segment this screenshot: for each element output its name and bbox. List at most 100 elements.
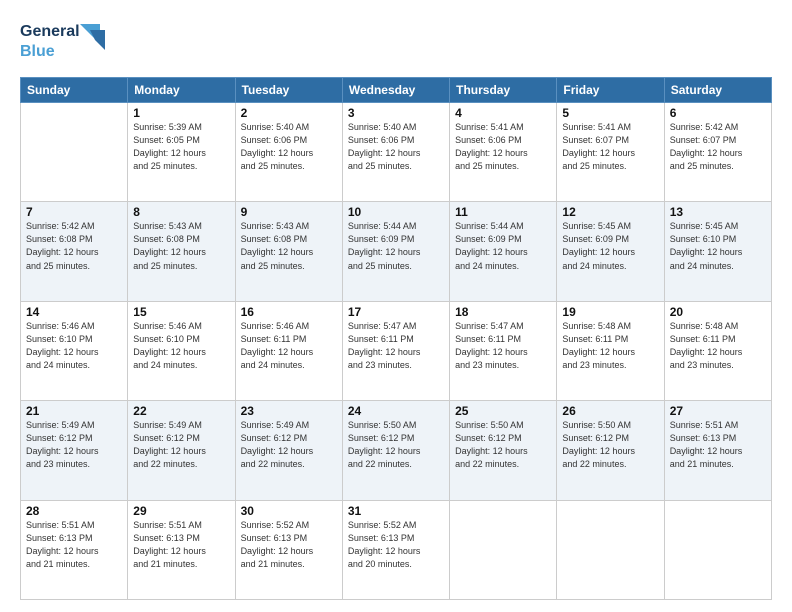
day-info: Sunrise: 5:47 AM Sunset: 6:11 PM Dayligh… — [348, 320, 444, 372]
calendar-cell: 26Sunrise: 5:50 AM Sunset: 6:12 PM Dayli… — [557, 401, 664, 500]
day-info: Sunrise: 5:51 AM Sunset: 6:13 PM Dayligh… — [26, 519, 122, 571]
day-info: Sunrise: 5:47 AM Sunset: 6:11 PM Dayligh… — [455, 320, 551, 372]
day-info: Sunrise: 5:44 AM Sunset: 6:09 PM Dayligh… — [455, 220, 551, 272]
day-info: Sunrise: 5:40 AM Sunset: 6:06 PM Dayligh… — [241, 121, 337, 173]
day-number: 21 — [26, 404, 122, 418]
day-number: 11 — [455, 205, 551, 219]
day-number: 1 — [133, 106, 229, 120]
calendar-day-header: Sunday — [21, 78, 128, 103]
calendar-cell: 5Sunrise: 5:41 AM Sunset: 6:07 PM Daylig… — [557, 103, 664, 202]
calendar-week-row: 28Sunrise: 5:51 AM Sunset: 6:13 PM Dayli… — [21, 500, 772, 599]
calendar-cell: 31Sunrise: 5:52 AM Sunset: 6:13 PM Dayli… — [342, 500, 449, 599]
svg-text:General: General — [20, 23, 80, 40]
day-number: 20 — [670, 305, 766, 319]
day-info: Sunrise: 5:48 AM Sunset: 6:11 PM Dayligh… — [562, 320, 658, 372]
logo: General Blue — [20, 16, 115, 67]
day-info: Sunrise: 5:42 AM Sunset: 6:08 PM Dayligh… — [26, 220, 122, 272]
day-info: Sunrise: 5:49 AM Sunset: 6:12 PM Dayligh… — [133, 419, 229, 471]
day-number: 27 — [670, 404, 766, 418]
calendar-day-header: Monday — [128, 78, 235, 103]
calendar-cell: 1Sunrise: 5:39 AM Sunset: 6:05 PM Daylig… — [128, 103, 235, 202]
calendar-cell: 9Sunrise: 5:43 AM Sunset: 6:08 PM Daylig… — [235, 202, 342, 301]
logo-area: General Blue — [20, 16, 115, 67]
calendar-table: SundayMondayTuesdayWednesdayThursdayFrid… — [20, 77, 772, 600]
calendar-header-row: SundayMondayTuesdayWednesdayThursdayFrid… — [21, 78, 772, 103]
day-info: Sunrise: 5:45 AM Sunset: 6:10 PM Dayligh… — [670, 220, 766, 272]
calendar-cell: 27Sunrise: 5:51 AM Sunset: 6:13 PM Dayli… — [664, 401, 771, 500]
calendar-cell: 3Sunrise: 5:40 AM Sunset: 6:06 PM Daylig… — [342, 103, 449, 202]
calendar-cell: 2Sunrise: 5:40 AM Sunset: 6:06 PM Daylig… — [235, 103, 342, 202]
day-info: Sunrise: 5:41 AM Sunset: 6:06 PM Dayligh… — [455, 121, 551, 173]
calendar-cell: 30Sunrise: 5:52 AM Sunset: 6:13 PM Dayli… — [235, 500, 342, 599]
day-info: Sunrise: 5:50 AM Sunset: 6:12 PM Dayligh… — [455, 419, 551, 471]
day-info: Sunrise: 5:39 AM Sunset: 6:05 PM Dayligh… — [133, 121, 229, 173]
day-number: 18 — [455, 305, 551, 319]
calendar-day-header: Tuesday — [235, 78, 342, 103]
day-number: 7 — [26, 205, 122, 219]
day-number: 9 — [241, 205, 337, 219]
day-number: 25 — [455, 404, 551, 418]
day-info: Sunrise: 5:42 AM Sunset: 6:07 PM Dayligh… — [670, 121, 766, 173]
calendar-cell: 19Sunrise: 5:48 AM Sunset: 6:11 PM Dayli… — [557, 301, 664, 400]
calendar-cell: 28Sunrise: 5:51 AM Sunset: 6:13 PM Dayli… — [21, 500, 128, 599]
day-info: Sunrise: 5:50 AM Sunset: 6:12 PM Dayligh… — [562, 419, 658, 471]
calendar-cell: 20Sunrise: 5:48 AM Sunset: 6:11 PM Dayli… — [664, 301, 771, 400]
day-number: 31 — [348, 504, 444, 518]
calendar-cell: 13Sunrise: 5:45 AM Sunset: 6:10 PM Dayli… — [664, 202, 771, 301]
calendar-cell: 21Sunrise: 5:49 AM Sunset: 6:12 PM Dayli… — [21, 401, 128, 500]
day-info: Sunrise: 5:51 AM Sunset: 6:13 PM Dayligh… — [133, 519, 229, 571]
calendar-week-row: 21Sunrise: 5:49 AM Sunset: 6:12 PM Dayli… — [21, 401, 772, 500]
calendar-cell: 18Sunrise: 5:47 AM Sunset: 6:11 PM Dayli… — [450, 301, 557, 400]
header: General Blue — [20, 16, 772, 67]
day-number: 4 — [455, 106, 551, 120]
day-number: 23 — [241, 404, 337, 418]
calendar-day-header: Saturday — [664, 78, 771, 103]
calendar-week-row: 7Sunrise: 5:42 AM Sunset: 6:08 PM Daylig… — [21, 202, 772, 301]
day-info: Sunrise: 5:43 AM Sunset: 6:08 PM Dayligh… — [241, 220, 337, 272]
day-number: 22 — [133, 404, 229, 418]
day-info: Sunrise: 5:52 AM Sunset: 6:13 PM Dayligh… — [348, 519, 444, 571]
day-number: 30 — [241, 504, 337, 518]
day-number: 19 — [562, 305, 658, 319]
calendar-cell — [557, 500, 664, 599]
day-number: 5 — [562, 106, 658, 120]
calendar-cell: 24Sunrise: 5:50 AM Sunset: 6:12 PM Dayli… — [342, 401, 449, 500]
day-number: 3 — [348, 106, 444, 120]
calendar-cell: 8Sunrise: 5:43 AM Sunset: 6:08 PM Daylig… — [128, 202, 235, 301]
day-info: Sunrise: 5:43 AM Sunset: 6:08 PM Dayligh… — [133, 220, 229, 272]
day-number: 28 — [26, 504, 122, 518]
calendar-cell — [21, 103, 128, 202]
calendar-cell: 17Sunrise: 5:47 AM Sunset: 6:11 PM Dayli… — [342, 301, 449, 400]
day-number: 26 — [562, 404, 658, 418]
day-info: Sunrise: 5:44 AM Sunset: 6:09 PM Dayligh… — [348, 220, 444, 272]
day-info: Sunrise: 5:40 AM Sunset: 6:06 PM Dayligh… — [348, 121, 444, 173]
day-info: Sunrise: 5:46 AM Sunset: 6:10 PM Dayligh… — [133, 320, 229, 372]
day-number: 24 — [348, 404, 444, 418]
calendar-cell: 4Sunrise: 5:41 AM Sunset: 6:06 PM Daylig… — [450, 103, 557, 202]
day-info: Sunrise: 5:52 AM Sunset: 6:13 PM Dayligh… — [241, 519, 337, 571]
day-number: 2 — [241, 106, 337, 120]
calendar-cell: 14Sunrise: 5:46 AM Sunset: 6:10 PM Dayli… — [21, 301, 128, 400]
calendar-day-header: Wednesday — [342, 78, 449, 103]
calendar-day-header: Thursday — [450, 78, 557, 103]
day-number: 10 — [348, 205, 444, 219]
calendar-cell: 29Sunrise: 5:51 AM Sunset: 6:13 PM Dayli… — [128, 500, 235, 599]
calendar-week-row: 14Sunrise: 5:46 AM Sunset: 6:10 PM Dayli… — [21, 301, 772, 400]
calendar-cell: 23Sunrise: 5:49 AM Sunset: 6:12 PM Dayli… — [235, 401, 342, 500]
calendar-week-row: 1Sunrise: 5:39 AM Sunset: 6:05 PM Daylig… — [21, 103, 772, 202]
day-number: 12 — [562, 205, 658, 219]
calendar-cell: 15Sunrise: 5:46 AM Sunset: 6:10 PM Dayli… — [128, 301, 235, 400]
day-info: Sunrise: 5:49 AM Sunset: 6:12 PM Dayligh… — [26, 419, 122, 471]
calendar-cell: 7Sunrise: 5:42 AM Sunset: 6:08 PM Daylig… — [21, 202, 128, 301]
calendar-cell: 25Sunrise: 5:50 AM Sunset: 6:12 PM Dayli… — [450, 401, 557, 500]
page: General Blue SundayMondayTuesdayWednesda… — [0, 0, 792, 612]
calendar-cell — [664, 500, 771, 599]
calendar-day-header: Friday — [557, 78, 664, 103]
calendar-cell: 22Sunrise: 5:49 AM Sunset: 6:12 PM Dayli… — [128, 401, 235, 500]
svg-text:Blue: Blue — [20, 43, 55, 60]
day-info: Sunrise: 5:48 AM Sunset: 6:11 PM Dayligh… — [670, 320, 766, 372]
day-info: Sunrise: 5:51 AM Sunset: 6:13 PM Dayligh… — [670, 419, 766, 471]
day-number: 29 — [133, 504, 229, 518]
calendar-cell: 16Sunrise: 5:46 AM Sunset: 6:11 PM Dayli… — [235, 301, 342, 400]
calendar-cell: 12Sunrise: 5:45 AM Sunset: 6:09 PM Dayli… — [557, 202, 664, 301]
